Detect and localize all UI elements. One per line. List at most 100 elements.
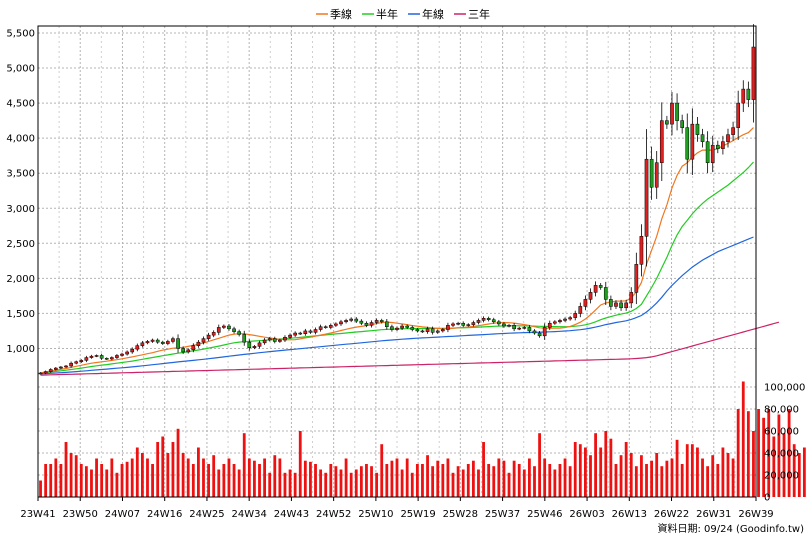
candle-body bbox=[593, 285, 598, 293]
volume-bar bbox=[711, 455, 715, 497]
volume-bar bbox=[446, 458, 450, 497]
x-tick-label: 26W03 bbox=[569, 509, 604, 520]
volume-bar bbox=[370, 466, 373, 497]
volume-bar bbox=[166, 453, 170, 497]
volume-bar bbox=[334, 466, 338, 497]
volume-bar bbox=[74, 455, 78, 497]
candle-body bbox=[293, 332, 297, 336]
volume-bar bbox=[573, 442, 577, 497]
price-tick-label: 2,500 bbox=[6, 239, 35, 250]
candle-body bbox=[227, 325, 231, 330]
volume-tick-label: 80,000 bbox=[764, 405, 799, 416]
x-tick-label: 24W25 bbox=[189, 509, 224, 520]
volume-bar bbox=[410, 472, 414, 497]
volume-bar bbox=[645, 464, 648, 497]
volume-bar bbox=[660, 466, 664, 497]
candle-body bbox=[415, 329, 420, 332]
price-tick-label: 5,000 bbox=[6, 64, 35, 75]
candle-body bbox=[639, 236, 644, 265]
candle-body bbox=[705, 141, 710, 163]
volume-bar bbox=[522, 469, 526, 497]
candle-body bbox=[532, 330, 537, 334]
x-tick-label: 26W31 bbox=[696, 509, 731, 520]
volume-bar bbox=[746, 411, 750, 497]
candle-body bbox=[334, 323, 338, 326]
x-tick-label: 26W22 bbox=[654, 509, 689, 520]
volume-bar bbox=[110, 458, 114, 497]
candle-body bbox=[237, 331, 241, 335]
candle-body bbox=[216, 327, 221, 333]
candle-body bbox=[145, 341, 150, 344]
candle-body bbox=[206, 334, 211, 339]
price-tick-label: 1,500 bbox=[6, 309, 35, 320]
volume-bar bbox=[471, 460, 475, 497]
candle-body bbox=[384, 321, 389, 327]
volume-bar bbox=[415, 464, 419, 497]
candle-body bbox=[430, 328, 435, 333]
candle-body bbox=[563, 318, 567, 321]
legend-label: 年線 bbox=[422, 7, 444, 21]
volume-bar bbox=[100, 464, 104, 497]
volume-bar bbox=[44, 464, 48, 497]
volume-bar bbox=[105, 469, 109, 497]
candle-body bbox=[405, 325, 410, 328]
volume-bar bbox=[273, 455, 277, 497]
candle-body bbox=[675, 102, 679, 121]
volume-bar bbox=[650, 460, 654, 497]
candle-body bbox=[94, 355, 99, 357]
volume-bar bbox=[441, 464, 445, 497]
volume-bar bbox=[181, 453, 185, 497]
candle-body bbox=[166, 341, 170, 344]
volume-bar bbox=[568, 466, 572, 497]
volume-bar bbox=[288, 469, 292, 497]
volume-bar bbox=[212, 455, 216, 497]
candle-body bbox=[211, 332, 216, 336]
candle-body bbox=[654, 162, 659, 188]
volume-bar bbox=[736, 409, 740, 497]
candle-body bbox=[186, 349, 191, 353]
candle-body bbox=[288, 334, 292, 338]
candle-body bbox=[578, 306, 583, 314]
candle-body bbox=[522, 327, 527, 329]
legend: 季線 半年 年線 三年 bbox=[316, 7, 490, 21]
candle-body bbox=[441, 329, 445, 332]
volume-bar bbox=[115, 472, 119, 497]
volume-bar bbox=[802, 447, 806, 497]
candle-body bbox=[379, 320, 384, 323]
volume-bar bbox=[421, 464, 424, 497]
grid-lines bbox=[37, 26, 757, 497]
volume-bar bbox=[502, 460, 506, 497]
volume-bar bbox=[507, 472, 511, 497]
candle-body bbox=[395, 327, 399, 330]
legend-label: 半年 bbox=[376, 7, 398, 21]
x-tick-label: 25W19 bbox=[400, 509, 435, 520]
candle-body bbox=[609, 299, 613, 307]
price-tick-label: 5,500 bbox=[6, 29, 35, 40]
x-tick-label: 24W52 bbox=[316, 509, 351, 520]
candle-body bbox=[690, 123, 695, 160]
candle-body bbox=[583, 299, 588, 307]
candle-body bbox=[700, 134, 705, 142]
candle-body bbox=[710, 144, 715, 163]
data-date-footer: 資料日期: 09/24 (Goodinfo.tw) bbox=[657, 522, 804, 535]
volume-bar bbox=[95, 458, 98, 497]
volume-bar bbox=[609, 438, 613, 497]
volume-bar bbox=[477, 469, 480, 497]
volume-bar bbox=[716, 464, 720, 497]
x-tick-label: 25W10 bbox=[358, 509, 393, 520]
candle-body bbox=[634, 264, 639, 293]
price-tick-label: 3,000 bbox=[6, 204, 35, 215]
volume-bar bbox=[395, 458, 399, 497]
volume-bar bbox=[146, 458, 149, 497]
volume-bar bbox=[538, 433, 541, 497]
volume-bar bbox=[451, 472, 455, 497]
candle-body bbox=[283, 336, 287, 341]
volume-bar bbox=[354, 469, 358, 497]
candle-body bbox=[257, 342, 262, 347]
candle-body bbox=[364, 322, 369, 326]
candle-body bbox=[344, 320, 348, 323]
volume-bar bbox=[232, 464, 236, 497]
candle-body bbox=[252, 346, 257, 349]
candle-body bbox=[120, 353, 124, 356]
x-tick-label: 26W39 bbox=[738, 509, 773, 520]
